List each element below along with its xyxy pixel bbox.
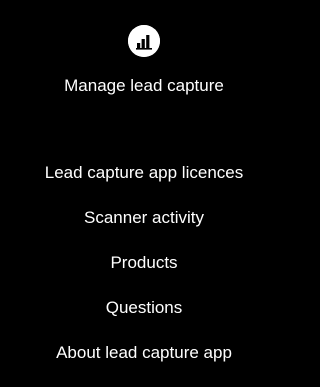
lead-capture-menu-panel: Manage lead capture Lead capture app lic… <box>0 0 288 387</box>
menu-item-questions[interactable]: Questions <box>0 298 288 318</box>
menu-list: Lead capture app licences Scanner activi… <box>0 163 288 387</box>
menu-item-products[interactable]: Products <box>0 253 288 273</box>
menu-item-scanner-activity[interactable]: Scanner activity <box>0 208 288 228</box>
menu-item-about-lead-capture-app[interactable]: About lead capture app <box>0 343 288 363</box>
menu-item-lead-capture-app-licences[interactable]: Lead capture app licences <box>0 163 288 183</box>
page-title: Manage lead capture <box>64 76 224 95</box>
bar-chart-icon <box>128 25 160 57</box>
